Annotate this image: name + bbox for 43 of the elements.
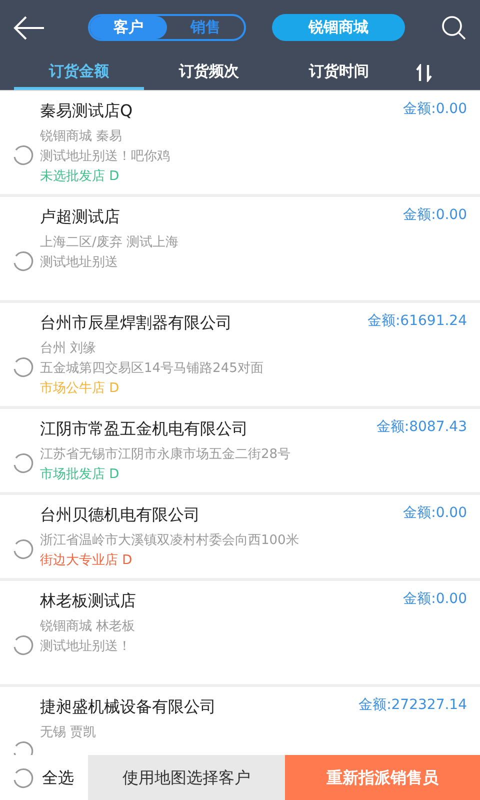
order-amount: 金额:0.00	[403, 206, 467, 225]
radio-button[interactable]	[12, 634, 34, 656]
search-icon	[441, 14, 467, 40]
sort-tab[interactable]: 订货频次	[144, 55, 274, 90]
order-amount: 金额:61691.24	[367, 312, 467, 331]
store-type-label: 市场公牛店 D	[40, 380, 120, 398]
customer-detail: 测试地址别送！吧你鸡	[40, 148, 171, 166]
order-amount: 金额:272327.14	[358, 696, 467, 715]
store-type-label: 市场批发店 D	[40, 466, 120, 484]
radio-button[interactable]	[12, 766, 34, 788]
sort-icon	[415, 64, 433, 82]
store-type-label: 未选批发店 D	[40, 168, 120, 186]
radio-button[interactable]	[12, 538, 34, 560]
customer-detail: 测试地址别送！	[40, 638, 132, 656]
customer-name: 台州市辰星焊割器有限公司	[40, 312, 232, 334]
customer-name: 台州贝德机电有限公司	[40, 504, 200, 526]
customer-name: 林老板测试店	[40, 590, 136, 612]
select-all-label[interactable]: 全选	[42, 766, 74, 790]
store-type-label: 街边大专业店 D	[40, 552, 134, 570]
order-amount: 金额:0.00	[403, 504, 467, 523]
order-amount: 金额:0.00	[403, 100, 467, 119]
sort-tab[interactable]: 订货时间	[274, 55, 404, 90]
customer-detail: 五金城第四交易区14号马铺路245对面	[40, 360, 264, 378]
customer-name: 捷昶盛机械设备有限公司	[40, 696, 216, 718]
order-amount: 金额:0.00	[403, 590, 467, 609]
customer-detail: 浙江省温岭市大溪镇双凌村村委会向西100米	[40, 532, 300, 550]
customer-detail: 无锡 贾凯	[40, 724, 98, 742]
radio-button[interactable]	[12, 452, 34, 474]
customer-detail: 锐锢商城 林老板	[40, 618, 136, 636]
back-arrow-icon	[12, 14, 46, 40]
radio-button[interactable]	[12, 356, 34, 378]
customer-detail: 测试地址别送	[40, 254, 119, 272]
customer-name: 秦易测试店Q	[40, 100, 133, 122]
radio-button[interactable]	[12, 250, 34, 272]
customer-detail: 台州 刘缘	[40, 340, 98, 358]
customer-detail: 江苏省无锡市江阴市永康市场五金二街28号	[40, 446, 292, 464]
radio-button[interactable]	[12, 144, 34, 166]
order-amount: 金额:8087.43	[376, 418, 467, 437]
customer-name: 江阴市常盈五金机电有限公司	[40, 418, 248, 440]
map-select-button[interactable]: 使用地图选择客户	[88, 755, 285, 800]
customer-detail: 上海二区/废弃 测试上海	[40, 234, 180, 252]
customer-name: 卢超测试店	[40, 206, 120, 228]
customer-detail: 锐锢商城 秦易	[40, 128, 124, 146]
